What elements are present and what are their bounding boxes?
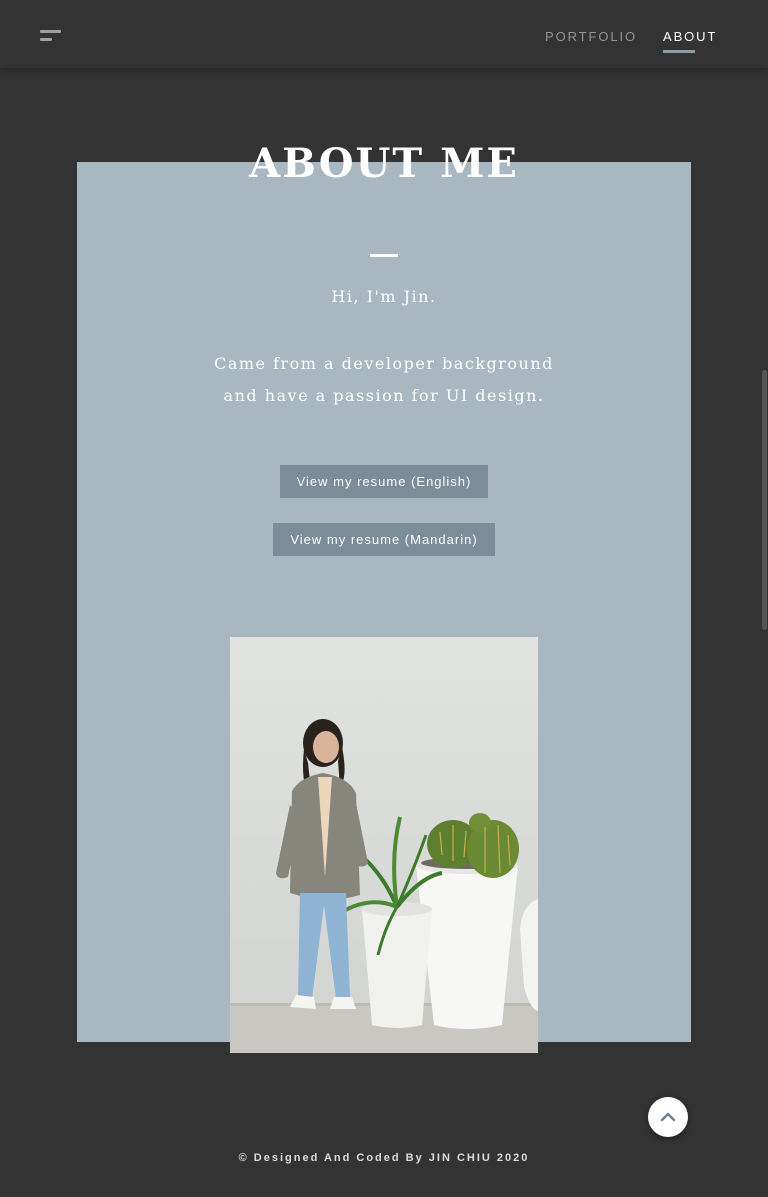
navbar: PORTFOLIO ABOUT	[0, 0, 768, 68]
nav-link-portfolio[interactable]: PORTFOLIO	[545, 29, 637, 44]
bio-line: Came from a developer background	[214, 354, 554, 373]
title-divider	[370, 254, 398, 257]
greeting-text: Hi, I'm Jin.	[331, 287, 437, 306]
bio-line: and have a passion for UI design.	[223, 386, 545, 405]
scrollbar[interactable]	[762, 370, 767, 630]
back-to-top-button[interactable]	[648, 1097, 688, 1137]
page-title: ABOUT ME	[249, 140, 519, 187]
bio-text: Came from a developer background and hav…	[0, 348, 768, 412]
resume-english-button[interactable]: View my resume (English)	[280, 465, 488, 498]
resume-mandarin-button[interactable]: View my resume (Mandarin)	[273, 523, 495, 556]
profile-photo	[230, 637, 538, 1053]
chevron-up-icon	[660, 1112, 676, 1122]
hamburger-menu-icon[interactable]	[40, 30, 64, 44]
active-nav-indicator	[663, 50, 695, 53]
nav-link-about[interactable]: ABOUT	[663, 29, 717, 44]
footer-credit: © Designed And Coded By JIN CHIU 2020	[238, 1152, 530, 1164]
